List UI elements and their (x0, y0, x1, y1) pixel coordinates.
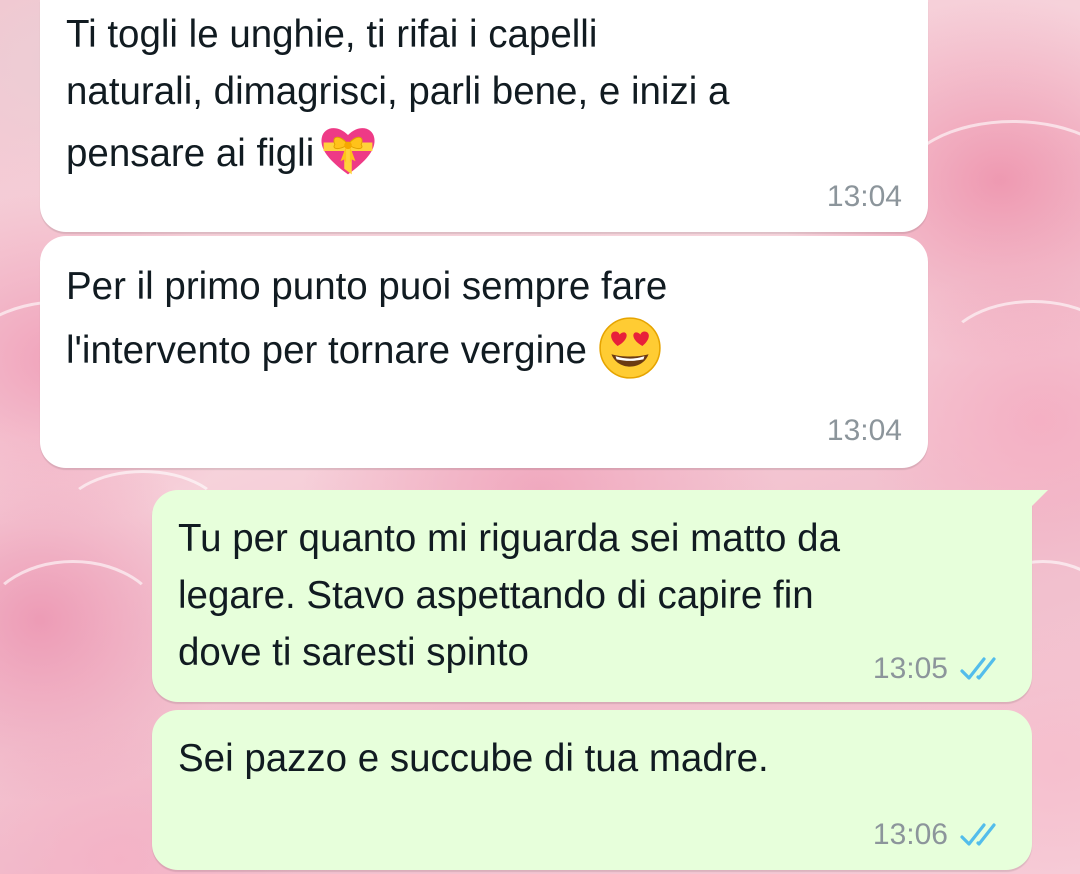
double-check-read-icon (960, 823, 996, 846)
message-meta: 13:04 (827, 180, 902, 214)
heart-with-ribbon-icon (321, 128, 375, 175)
message-time: 13:06 (872, 818, 948, 851)
message-meta: 13:06 (873, 818, 1006, 852)
message-text: Per il primo punto puoi sempre fare l'in… (66, 258, 906, 381)
message-time: 13:04 (826, 414, 902, 447)
heart-eyes-emoji-icon (599, 317, 661, 379)
message-bubble-outgoing[interactable]: Sei pazzo e succube di tua madre. 13:06 (152, 710, 1032, 870)
double-check-read-icon (960, 657, 996, 680)
wallpaper-petal (0, 560, 166, 696)
message-text: Sei pazzo e succube di tua madre. (178, 737, 769, 780)
message-text: Ti togli le unghie, ti rifai i capelli n… (66, 6, 906, 182)
message-meta: 13:04 (827, 414, 902, 448)
message-time: 13:04 (826, 180, 902, 213)
message-bubble-incoming[interactable]: Per il primo punto puoi sempre fare l'in… (40, 236, 928, 468)
bubble-tail (1022, 490, 1048, 516)
message-bubble-incoming[interactable]: Ti togli le unghie, ti rifai i capelli n… (40, 0, 928, 232)
message-bubble-outgoing[interactable]: Tu per quanto mi riguarda sei matto da l… (152, 490, 1048, 702)
wallpaper-petal (940, 300, 1080, 416)
message-meta: 13:05 (873, 652, 1006, 686)
message-time: 13:05 (872, 652, 948, 685)
